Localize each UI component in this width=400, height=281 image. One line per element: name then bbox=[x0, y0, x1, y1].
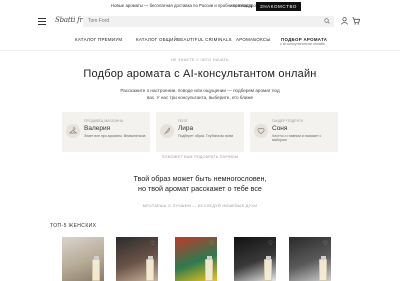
consultant-cards: ПРОДАВЕЦ МАГАЗИНА Валерия Знает все про … bbox=[62, 112, 338, 152]
consultant-card-valeria[interactable]: ПРОДАВЕЦ МАГАЗИНА Валерия Знает все про … bbox=[62, 112, 150, 152]
nav-fragrance-selection-sub: с AI-консультантом онлайн bbox=[280, 42, 325, 46]
perfume-vial bbox=[205, 256, 213, 281]
wishlist-heart-icon[interactable]: ♡ bbox=[268, 240, 273, 247]
wishlist-heart-icon[interactable]: ♡ bbox=[96, 240, 101, 247]
cards-note: ПОМОЖЕТ ВАМ ПОДОБРАТЬ ПАРФЮМ bbox=[161, 155, 239, 159]
nav-divider bbox=[0, 50, 400, 51]
perfume-vial bbox=[92, 256, 100, 281]
user-icon[interactable] bbox=[341, 17, 348, 25]
card-description: Честно о главном и поможет с выбором bbox=[272, 134, 322, 143]
product-card[interactable]: ♡ bbox=[116, 237, 158, 281]
card-name: Лира bbox=[178, 125, 194, 132]
promo-bar: Новые ароматы — бесплатная доставка по Р… bbox=[0, 0, 400, 14]
card-name: Валерия bbox=[84, 125, 111, 132]
search-icon[interactable] bbox=[324, 18, 330, 24]
nav-beautiful-criminals[interactable]: BEAUTIFUL CRIMINALS bbox=[177, 37, 232, 42]
card-label: ПРОДАВЕЦ МАГАЗИНА bbox=[84, 119, 124, 123]
perfume-vial bbox=[146, 256, 154, 281]
feather-icon bbox=[160, 124, 174, 138]
slogan-line-2: но твой аромат расскажет о тебе все bbox=[138, 184, 262, 193]
search-input[interactable]: Tom Ford bbox=[83, 16, 334, 27]
wishlist-heart-icon[interactable]: ♡ bbox=[209, 240, 214, 247]
promo-code-badge[interactable]: ЗНАКОМСТВО bbox=[256, 2, 301, 11]
card-label: ПОЭТ bbox=[178, 119, 188, 123]
logo[interactable]: Sbatti fr bbox=[55, 16, 83, 24]
menu-icon[interactable] bbox=[38, 18, 46, 25]
card-description: Подберет образ. Глубина во всем bbox=[178, 134, 234, 138]
slogan-line-1: Твой образ может быть немногословен, bbox=[133, 174, 267, 183]
wishlist-heart-icon[interactable]: ♡ bbox=[150, 240, 155, 247]
nav-catalog-general[interactable]: КАТАЛОГ ОБЩИЙ bbox=[136, 37, 177, 42]
card-label: ГАНДЕР ПОДРУГИ bbox=[272, 119, 303, 123]
wishlist-heart-icon[interactable]: ♡ bbox=[323, 240, 328, 247]
heart-icon bbox=[254, 124, 268, 138]
perfume-vial bbox=[319, 256, 327, 281]
nav-catalog-premium[interactable]: КАТАЛОГ ПРЕМИУМ bbox=[75, 37, 122, 42]
promo-code-label: промокод bbox=[233, 3, 253, 8]
slogan: Твой образ может быть немногословен, но … bbox=[0, 174, 400, 194]
product-card[interactable]: ♡ bbox=[234, 237, 276, 281]
slogan-subtitle: МЕЧТАЕШЬ О ЛУЧШЕМ — ИССЛЕДУЙ НИШЕВЫЕ ДУХ… bbox=[142, 204, 258, 208]
top5-title: ТОП-5 ЖЕНСКИХ bbox=[50, 223, 97, 229]
consultant-card-lira[interactable]: ПОЭТ Лира Подберет образ. Глубина во все… bbox=[156, 112, 244, 152]
perfume-vial bbox=[264, 256, 272, 281]
search-placeholder: Tom Ford bbox=[88, 18, 110, 24]
product-card[interactable]: ♡ bbox=[175, 237, 217, 281]
cart-icon[interactable] bbox=[352, 17, 360, 25]
hanger-icon bbox=[66, 124, 80, 138]
hero-kicker: НЕ ЗНАЕТЕ С ЧЕГО НАЧАТЬ bbox=[170, 58, 230, 62]
consultant-card-sonya[interactable]: ГАНДЕР ПОДРУГИ Соня Честно о главном и п… bbox=[250, 112, 338, 152]
card-name: Соня bbox=[272, 125, 288, 132]
nav-aromaboxes[interactable]: АРОМАБОКСЫ bbox=[236, 37, 271, 42]
product-card[interactable]: ♡ bbox=[289, 237, 331, 281]
product-card[interactable]: ♡ bbox=[62, 237, 104, 281]
card-description: Знает все про ароматы. Внимательна bbox=[84, 134, 146, 138]
hero-description: Расскажите о настроении, поводе или ощущ… bbox=[120, 88, 280, 100]
hero-title: Подбор аромата с AI-консультантом онлайн bbox=[83, 68, 317, 80]
